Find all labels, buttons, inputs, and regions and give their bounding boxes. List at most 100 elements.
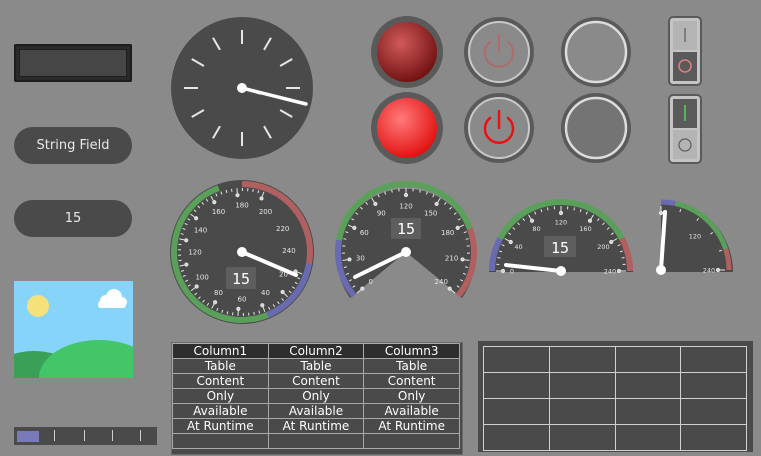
- round-button-released[interactable]: [560, 16, 632, 88]
- gauge-tick-dot: [616, 268, 622, 274]
- gauge-tick-label: 120: [188, 249, 201, 257]
- grid-cell[interactable]: [548, 346, 616, 373]
- gauge-pivot: [237, 247, 247, 257]
- table-cell[interactable]: [363, 433, 460, 449]
- power-button-on[interactable]: [463, 92, 535, 164]
- gauge-tick-label: 240: [604, 268, 616, 276]
- grid-cell[interactable]: [614, 346, 682, 373]
- toggle-switch-on[interactable]: [668, 94, 702, 164]
- grid-cell[interactable]: [680, 398, 747, 425]
- table-row[interactable]: Available Available Available: [172, 403, 460, 419]
- led-on: [371, 92, 443, 164]
- grid-cell[interactable]: [680, 346, 747, 373]
- grid-cell[interactable]: [483, 372, 550, 399]
- horizontal-slider[interactable]: [14, 427, 157, 445]
- grid-cell[interactable]: [680, 424, 747, 451]
- grid-cell[interactable]: [680, 372, 747, 399]
- sun-icon: [27, 295, 49, 317]
- grid-cell[interactable]: [483, 346, 550, 373]
- grid-row[interactable]: [483, 346, 747, 373]
- string-field[interactable]: String Field: [14, 127, 132, 164]
- grid-row[interactable]: [483, 398, 747, 425]
- gauge-tick-label: 80: [532, 225, 540, 233]
- grid-cell[interactable]: [548, 372, 616, 399]
- table-cell[interactable]: Table: [267, 358, 365, 374]
- gauge-tick-dot: [280, 289, 285, 295]
- table-row[interactable]: Only Only Only: [172, 388, 460, 404]
- grid-table[interactable]: [478, 341, 753, 452]
- clock-pivot: [237, 83, 247, 93]
- table-cell[interactable]: Content: [363, 373, 460, 389]
- table-cell[interactable]: At Runtime: [363, 418, 460, 434]
- table-cell[interactable]: Available: [172, 403, 269, 419]
- gauge-pivot: [401, 247, 411, 257]
- grid-cell[interactable]: [483, 424, 550, 451]
- round-button-pressed[interactable]: [560, 92, 632, 164]
- slider-tick: [84, 430, 85, 441]
- grid-cell[interactable]: [483, 398, 550, 425]
- gauge-tick-dot: [715, 267, 721, 273]
- table-cell[interactable]: Table: [172, 358, 269, 374]
- numeric-field[interactable]: 15: [14, 200, 132, 237]
- grid-cell[interactable]: [548, 398, 616, 425]
- gauge-tick: [573, 207, 576, 211]
- picture-widget: [14, 281, 133, 378]
- grid-row[interactable]: [483, 372, 747, 399]
- grid-cell[interactable]: [614, 424, 682, 451]
- gauge-tick-label: 40: [261, 289, 270, 297]
- table-cell[interactable]: Only: [363, 388, 460, 404]
- gauge-large: 20406080100120140160180200220240 15: [170, 180, 314, 324]
- grid-cell[interactable]: [548, 424, 616, 451]
- data-table[interactable]: Column1 Column2 Column3 Table Table Table C…: [171, 342, 463, 455]
- table-cell[interactable]: Only: [172, 388, 269, 404]
- lcd-display: [14, 44, 132, 82]
- table-cell[interactable]: Available: [267, 403, 365, 419]
- grid-row[interactable]: [483, 424, 747, 451]
- table-cell[interactable]: At Runtime: [172, 418, 269, 434]
- gauge-tick-label: 200: [259, 208, 272, 216]
- gauge-tick-label: 180: [235, 202, 248, 210]
- table-row[interactable]: At Runtime At Runtime At Runtime: [172, 418, 460, 434]
- column-header[interactable]: Column1: [172, 343, 269, 359]
- gauge-tick-dot: [373, 201, 378, 207]
- gauge-tick-label: 210: [445, 255, 458, 263]
- gauge-tick-label: 120: [399, 203, 412, 211]
- column-header[interactable]: Column2: [267, 343, 365, 359]
- gauge-tick-dot: [352, 225, 357, 231]
- gauge-tick: [253, 311, 255, 315]
- gauge-tick-dot: [508, 239, 513, 245]
- table-cell[interactable]: Content: [172, 373, 269, 389]
- column-header[interactable]: Column3: [363, 343, 460, 359]
- gauge-tick-label: 90: [377, 210, 386, 218]
- grid-cell[interactable]: [614, 398, 682, 425]
- power-button-off[interactable]: [463, 16, 535, 88]
- slider-tick: [112, 430, 113, 441]
- gauge-tick-dot: [360, 286, 365, 291]
- table-cell[interactable]: At Runtime: [267, 418, 365, 434]
- numeric-field-value: 15: [64, 211, 82, 226]
- gauge-tick: [419, 189, 421, 193]
- slider-fill: [17, 431, 39, 442]
- table-cell[interactable]: Only: [267, 388, 365, 404]
- toggle-switch-off[interactable]: [668, 16, 702, 86]
- gauge-tick-dot: [500, 268, 506, 274]
- gauge-tick: [343, 266, 347, 268]
- gauge-tick-dot: [434, 201, 439, 207]
- gauge-tick-label: 60: [360, 229, 369, 237]
- grid-cell[interactable]: [614, 372, 682, 399]
- gauge-tick-label: 40: [514, 243, 522, 251]
- gauge-pivot: [656, 265, 666, 275]
- table-row[interactable]: Table Table Table: [172, 358, 460, 374]
- table-row[interactable]: [172, 433, 460, 449]
- table-cell[interactable]: Table: [363, 358, 460, 374]
- table-cell[interactable]: [172, 433, 269, 449]
- gauge-tick-dot: [194, 284, 199, 289]
- table-cell[interactable]: [267, 433, 365, 449]
- gauge-tick-label: 200: [597, 243, 609, 251]
- table-header-row: Column1 Column2 Column3: [172, 343, 460, 359]
- table-row[interactable]: Content Content Content: [172, 373, 460, 389]
- gauge-tick: [465, 266, 469, 268]
- gauge-quarter: 120 240: [656, 199, 733, 275]
- table-cell[interactable]: Content: [267, 373, 365, 389]
- table-cell[interactable]: Available: [363, 403, 460, 419]
